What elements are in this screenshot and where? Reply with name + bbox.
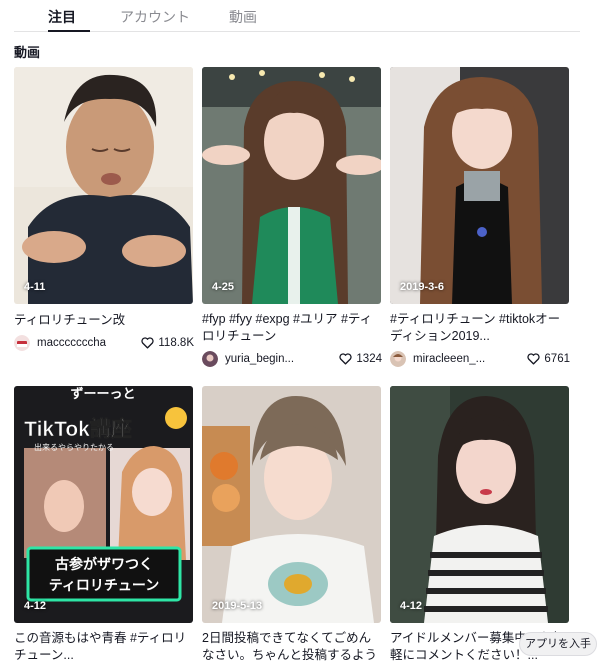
thumb-sub-text: 出来るやらやりたかる: [34, 442, 114, 452]
video-thumbnail-image: ずーーっと TikTok講座 出来るやらやりたかる 古参がザワつく ティロリチュ…: [14, 386, 193, 623]
tab-videos[interactable]: 動画: [229, 7, 257, 27]
like-count-value: 118.8K: [158, 337, 194, 349]
video-thumbnail[interactable]: 2019-3-6: [390, 67, 569, 304]
thumb-top-text: ずーーっと: [70, 386, 135, 401]
video-description[interactable]: 2日間投稿できてなくてごめんなさい。ちゃんと投稿するように...: [202, 630, 382, 663]
like-count-value: 6761: [544, 353, 570, 365]
author-avatar[interactable]: [14, 335, 30, 351]
author-name[interactable]: macccccccha: [37, 337, 137, 349]
like-count-value: 1324: [356, 353, 382, 365]
video-thumbnail-image: [202, 67, 381, 304]
video-date: 4-11: [24, 281, 46, 293]
thumb-title-text: TikTok講座: [24, 417, 132, 441]
video-date: 4-25: [212, 281, 235, 293]
video-meta: yuria_begin... 1324: [202, 350, 382, 368]
heart-icon: [141, 337, 154, 349]
tab-bar: 注目 アカウント 動画: [14, 0, 580, 32]
video-date: 4-12: [400, 600, 423, 612]
video-card[interactable]: 4-11 ティロリチューン改 macccccccha 118.8K: [14, 67, 194, 352]
video-meta: miracleeen_... 6761: [390, 350, 570, 368]
video-date: 2019-5-13: [212, 600, 263, 612]
video-date: 2019-3-6: [400, 281, 445, 293]
video-thumbnail-image: [390, 67, 569, 304]
video-thumbnail-image: [14, 67, 193, 304]
video-thumbnail[interactable]: 4-25: [202, 67, 381, 304]
tab-featured[interactable]: 注目: [48, 7, 76, 27]
video-description[interactable]: ティロリチューン改: [14, 312, 194, 329]
tab-accounts[interactable]: アカウント: [120, 7, 190, 27]
video-thumbnail[interactable]: 4-11: [14, 67, 193, 304]
video-card[interactable]: 4-25 #fyp #fyy #expg #ユリア #ティロリチューン yuri…: [202, 67, 382, 368]
video-thumbnail[interactable]: 4-12: [390, 386, 569, 623]
video-date: 4-12: [24, 600, 47, 612]
video-description[interactable]: #fyp #fyy #expg #ユリア #ティロリチューン: [202, 311, 382, 345]
video-description[interactable]: #ティロリチューン #tiktokオーディション2019...: [390, 311, 570, 345]
video-card[interactable]: 4-12 アイドルメンバー募集中！お気軽にコメントください！...: [390, 386, 570, 663]
video-thumbnail-image: [390, 386, 569, 623]
video-thumbnail[interactable]: 2019-5-13: [202, 386, 381, 623]
video-description[interactable]: この音源もはや青春 #ティロリチューン...: [14, 630, 194, 663]
like-count: 1324: [339, 353, 382, 365]
author-name[interactable]: yuria_begin...: [225, 353, 335, 365]
svg-text:ティロリチューン: ティロリチューン: [49, 577, 159, 593]
heart-icon: [527, 353, 541, 365]
active-tab-indicator: [48, 30, 90, 32]
video-meta: macccccccha 118.8K: [14, 334, 194, 352]
like-count: 118.8K: [141, 337, 194, 349]
like-count: 6761: [527, 353, 570, 365]
svg-text:古参がザワつく: 古参がザワつく: [55, 556, 153, 572]
video-thumbnail-image: [202, 386, 381, 623]
get-app-button[interactable]: アプリを入手: [519, 632, 597, 656]
video-card[interactable]: 2019-3-6 #ティロリチューン #tiktokオーディション2019...…: [390, 67, 570, 368]
video-card[interactable]: ずーーっと TikTok講座 出来るやらやりたかる 古参がザワつく ティロリチュ…: [14, 386, 194, 663]
heart-icon: [339, 353, 353, 365]
author-name[interactable]: miracleeen_...: [413, 353, 523, 365]
section-title: 動画: [14, 45, 41, 60]
author-avatar[interactable]: [390, 351, 406, 367]
video-card[interactable]: 2019-5-13 2日間投稿できてなくてごめんなさい。ちゃんと投稿するように.…: [202, 386, 382, 663]
video-thumbnail[interactable]: ずーーっと TikTok講座 出来るやらやりたかる 古参がザワつく ティロリチュ…: [14, 386, 193, 623]
author-avatar[interactable]: [202, 351, 218, 367]
